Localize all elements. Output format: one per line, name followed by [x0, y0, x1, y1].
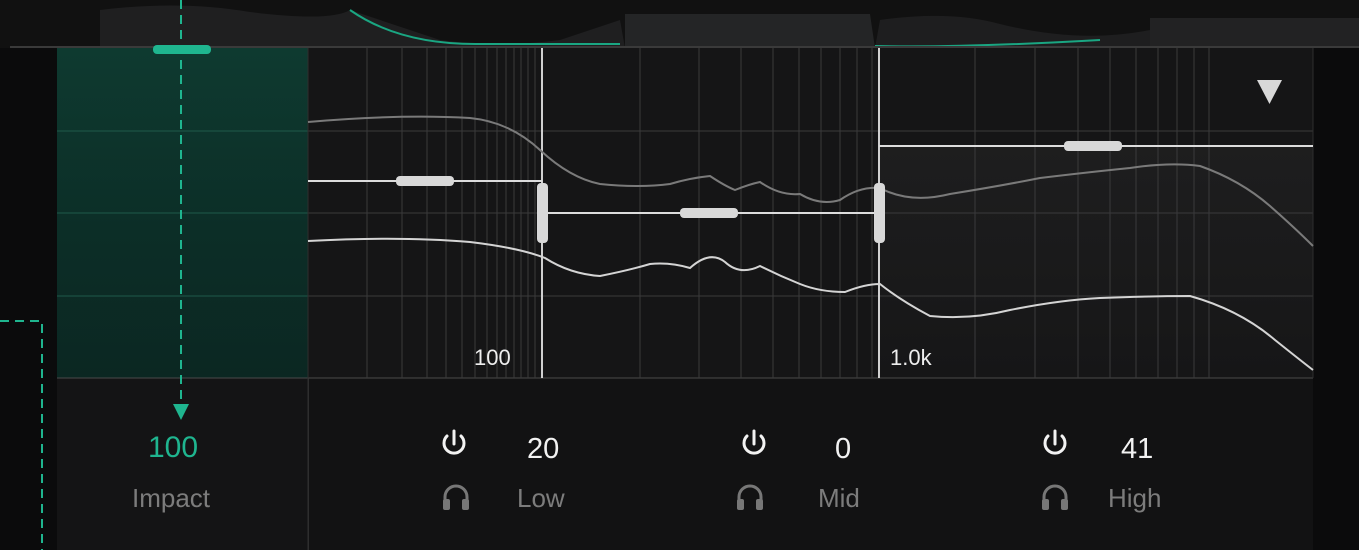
high-band-value[interactable]: 41: [1121, 433, 1153, 466]
freq-label-100: 100: [474, 345, 511, 370]
low-band-value[interactable]: 20: [527, 433, 559, 466]
annotation-arrowhead: [173, 404, 189, 420]
annotation-arrows: [0, 0, 182, 550]
graph-overlay: [0, 0, 1359, 550]
impact-label: Impact: [132, 483, 211, 513]
high-band-handle[interactable]: [1064, 141, 1122, 151]
crossover-handle-low-mid[interactable]: [537, 183, 548, 243]
impact-value[interactable]: 100: [148, 431, 198, 465]
mid-band-value[interactable]: 0: [835, 433, 851, 466]
mid-band-handle[interactable]: [680, 208, 738, 218]
headphones-icon[interactable]: [1040, 482, 1070, 512]
triangle-down-icon[interactable]: [1257, 80, 1282, 104]
mid-band-label: Mid: [818, 483, 860, 513]
graph-grid: [57, 48, 1314, 550]
power-icon[interactable]: [1040, 427, 1070, 461]
low-band-handle[interactable]: [396, 176, 454, 186]
headphones-icon[interactable]: [735, 482, 765, 512]
power-icon[interactable]: [739, 427, 769, 461]
high-band-label: High: [1108, 483, 1162, 513]
spectrum-curve-input: [307, 237, 1314, 371]
multiband-impact-panel: 100 1.0k 100 Impact 20 Low 0 Mid 41 High: [0, 0, 1359, 550]
top-waveform: [10, 5, 1359, 49]
headphones-icon[interactable]: [441, 482, 471, 512]
low-band-label: Low: [517, 483, 565, 513]
crossover-handle-mid-high[interactable]: [874, 183, 885, 243]
power-icon[interactable]: [439, 427, 469, 461]
freq-label-1k: 1.0k: [890, 345, 932, 370]
